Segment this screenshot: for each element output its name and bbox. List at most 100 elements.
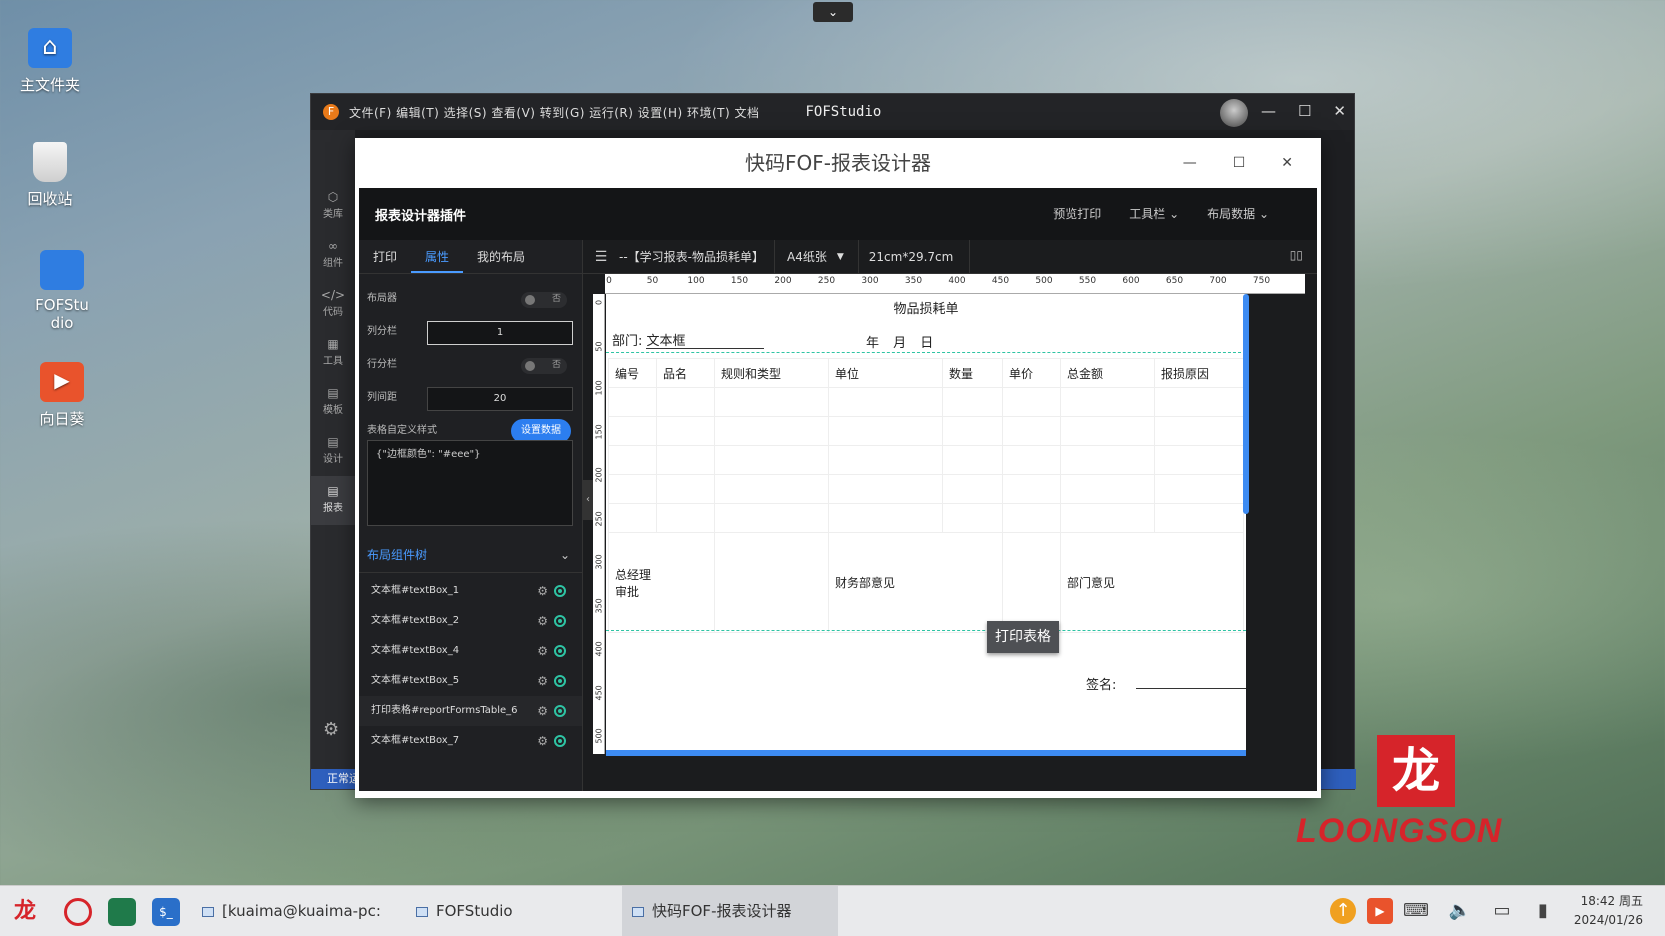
vertical-ruler: 0 50 100 150 200 250 300 350 400 450 500 bbox=[593, 294, 605, 754]
column-gap-input[interactable]: 20 bbox=[427, 387, 573, 411]
menu-icon[interactable]: ☰ bbox=[583, 249, 619, 265]
avatar[interactable] bbox=[1220, 99, 1248, 127]
sidebar-item-library[interactable]: ⬡ 类库 bbox=[311, 182, 355, 231]
print-table-button[interactable]: 打印表格 bbox=[987, 621, 1059, 653]
vertical-scrollbar[interactable] bbox=[1243, 294, 1249, 514]
paper-select[interactable]: A4纸张 bbox=[775, 240, 837, 274]
settings-icon[interactable]: ⚙ bbox=[537, 696, 548, 726]
tab-properties[interactable]: 属性 bbox=[411, 240, 464, 273]
minimize-icon[interactable]: — bbox=[1261, 102, 1276, 120]
loongson-logo-text: LOONGSON bbox=[1296, 812, 1503, 850]
browser-icon[interactable] bbox=[64, 898, 92, 926]
preview-print-button[interactable]: 预览打印 bbox=[1053, 188, 1101, 240]
tree-item-label: 文本框#textBox_1 bbox=[371, 585, 460, 596]
terminal-icon[interactable]: $_ bbox=[152, 898, 180, 926]
sidebar-item-design[interactable]: ▤ 设计 bbox=[311, 427, 355, 476]
horizontal-scrollbar[interactable] bbox=[606, 750, 1246, 756]
list-item[interactable]: 文本框#textBox_7 ⚙ bbox=[359, 726, 582, 756]
style-json-textarea[interactable]: {"边框颜色": "#eee"} bbox=[367, 440, 573, 526]
display-icon[interactable]: ▭ bbox=[1489, 898, 1515, 924]
volume-icon[interactable]: 🔈 bbox=[1447, 898, 1473, 924]
visibility-icon[interactable] bbox=[554, 675, 566, 687]
update-icon[interactable]: ↑ bbox=[1330, 898, 1356, 924]
date-textbox[interactable]: 年 月 日 bbox=[866, 332, 933, 351]
sidebar-item-templates[interactable]: ▤ 模板 bbox=[311, 378, 355, 427]
tree-item-label: 打印表格#reportFormsTable_6 bbox=[371, 705, 518, 716]
tab-my-layout[interactable]: 我的布局 bbox=[463, 240, 539, 273]
taskbar-task-terminal[interactable]: [kuaima@kuaima-pc: ~··· bbox=[192, 886, 412, 936]
ruler-tick-label: 350 bbox=[904, 276, 923, 286]
approval-row: 总经理 审批 财务部意见 部门意见 bbox=[608, 532, 1244, 633]
top-dropdown-chevron[interactable]: ⌄ bbox=[813, 2, 853, 22]
taskbar-task-fofstudio[interactable]: FOFStudio bbox=[406, 886, 616, 936]
sheet-title[interactable]: 物品损耗单 bbox=[606, 298, 1246, 317]
desktop-icon-trash[interactable]: 回收站 bbox=[0, 142, 100, 209]
list-item[interactable]: 打印表格#reportFormsTable_6 ⚙ bbox=[359, 696, 582, 726]
table-row bbox=[608, 445, 1244, 475]
sidebar-item-components[interactable]: ∞ 组件 bbox=[311, 231, 355, 280]
tab-print[interactable]: 打印 bbox=[359, 240, 411, 273]
settings-icon[interactable]: ⚙ bbox=[537, 666, 548, 696]
collapse-pane-icon[interactable]: ‹ bbox=[583, 480, 593, 520]
settings-icon[interactable]: ⚙ bbox=[537, 576, 548, 606]
keyboard-icon[interactable]: ⌨ bbox=[1403, 898, 1429, 924]
visibility-icon[interactable] bbox=[554, 705, 566, 717]
ruler-tick-label: 450 bbox=[594, 684, 604, 700]
underline bbox=[646, 348, 764, 349]
layout-toggle[interactable]: 否 bbox=[521, 292, 567, 308]
chevron-down-icon[interactable]: ▼ bbox=[837, 252, 844, 262]
visibility-icon[interactable] bbox=[554, 615, 566, 627]
desktop-icon-fofstudio[interactable]: FOFStudio bbox=[12, 250, 112, 332]
task-label: 快码FOF-报表设计器 bbox=[652, 902, 792, 920]
sidebar-item-label: 组件 bbox=[323, 258, 343, 269]
department-textbox[interactable]: 部门: 文本框 bbox=[612, 330, 686, 349]
approval-dept-cell: 部门意见 bbox=[1060, 532, 1244, 633]
gear-icon[interactable]: ⚙ bbox=[323, 719, 339, 740]
report-table[interactable]: 编号 品名 规则和类型 单位 数量 单价 总金额 报损原因 总经理 审批 财务部… bbox=[608, 358, 1244, 633]
sidebar-item-label: 报表 bbox=[323, 503, 343, 514]
settings-icon[interactable]: ⚙ bbox=[537, 726, 548, 756]
visibility-icon[interactable] bbox=[554, 735, 566, 747]
battery-icon[interactable]: ▮ bbox=[1530, 898, 1556, 924]
sidebar-item-report[interactable]: ▤ 报表 bbox=[311, 476, 355, 525]
settings-icon[interactable]: ⚙ bbox=[537, 606, 548, 636]
maximize-icon[interactable]: ☐ bbox=[1298, 102, 1311, 120]
list-item[interactable]: 文本框#textBox_1 ⚙ bbox=[359, 576, 582, 606]
list-item[interactable]: 文本框#textBox_2 ⚙ bbox=[359, 606, 582, 636]
clock[interactable]: 18:42 周五 2024/01/26 bbox=[1574, 892, 1643, 930]
fofstudio-menubar[interactable]: 文件(F) 编辑(T) 选择(S) 查看(V) 转到(G) 运行(R) 设置(H… bbox=[349, 104, 759, 121]
sidebar-item-code[interactable]: </> 代码 bbox=[311, 280, 355, 329]
columns-input[interactable]: 1 bbox=[427, 321, 573, 345]
list-item[interactable]: 文本框#textBox_5 ⚙ bbox=[359, 666, 582, 696]
report-canvas[interactable]: 物品损耗单 部门: 文本框 年 月 日 编号 品名 规则和类型 单位 数量 单价… bbox=[606, 294, 1246, 750]
canvas-toolbar: ☰ --【学习报表-物品损耗单】 A4纸张 ▼ 21cm*29.7cm ▯▯ bbox=[583, 239, 1317, 274]
plugin-header: 报表设计器插件 预览打印 工具栏 ⌄ 布局数据 ⌄ bbox=[359, 188, 1317, 240]
desktop-icon-home[interactable]: 主文件夹 bbox=[0, 28, 100, 95]
sidebar-item-label: 代码 bbox=[323, 307, 343, 318]
close-icon[interactable]: ✕ bbox=[1333, 102, 1346, 120]
desktop-icon-sunflower[interactable]: 向日葵 bbox=[12, 362, 112, 429]
maximize-icon[interactable]: ☐ bbox=[1233, 138, 1246, 188]
file-manager-icon[interactable] bbox=[108, 898, 136, 926]
toolbar-menu-button[interactable]: 工具栏 ⌄ bbox=[1129, 188, 1179, 240]
chevron-down-icon[interactable]: ⌄ bbox=[560, 537, 570, 573]
visibility-icon[interactable] bbox=[554, 645, 566, 657]
approval-finance-cell: 财务部意见 bbox=[828, 532, 1003, 633]
taskbar-task-designer[interactable]: 快码FOF-报表设计器 bbox=[622, 886, 838, 936]
start-menu-icon[interactable]: 龙 bbox=[14, 898, 42, 926]
desktop-icon-label: FOFStudio bbox=[35, 296, 89, 332]
minimize-icon[interactable]: — bbox=[1183, 138, 1197, 188]
settings-icon[interactable]: ⚙ bbox=[537, 636, 548, 666]
sunflower-tray-icon[interactable]: ▶ bbox=[1367, 898, 1393, 924]
layout-data-menu-button[interactable]: 布局数据 ⌄ bbox=[1207, 188, 1269, 240]
list-item[interactable]: 文本框#textBox_4 ⚙ bbox=[359, 636, 582, 666]
rows-toggle[interactable]: 否 bbox=[521, 358, 567, 374]
sidebar-item-tools[interactable]: ▦ 工具 bbox=[311, 329, 355, 378]
toggle-label: 否 bbox=[551, 360, 561, 370]
visibility-icon[interactable] bbox=[554, 585, 566, 597]
home-folder-icon bbox=[28, 28, 72, 68]
split-view-icon[interactable]: ▯▯ bbox=[1290, 248, 1303, 262]
close-icon[interactable]: ✕ bbox=[1281, 138, 1293, 188]
component-tree-header[interactable]: 布局组件树 ⌄ bbox=[359, 537, 582, 573]
ruler-tick-label: 100 bbox=[594, 380, 604, 396]
